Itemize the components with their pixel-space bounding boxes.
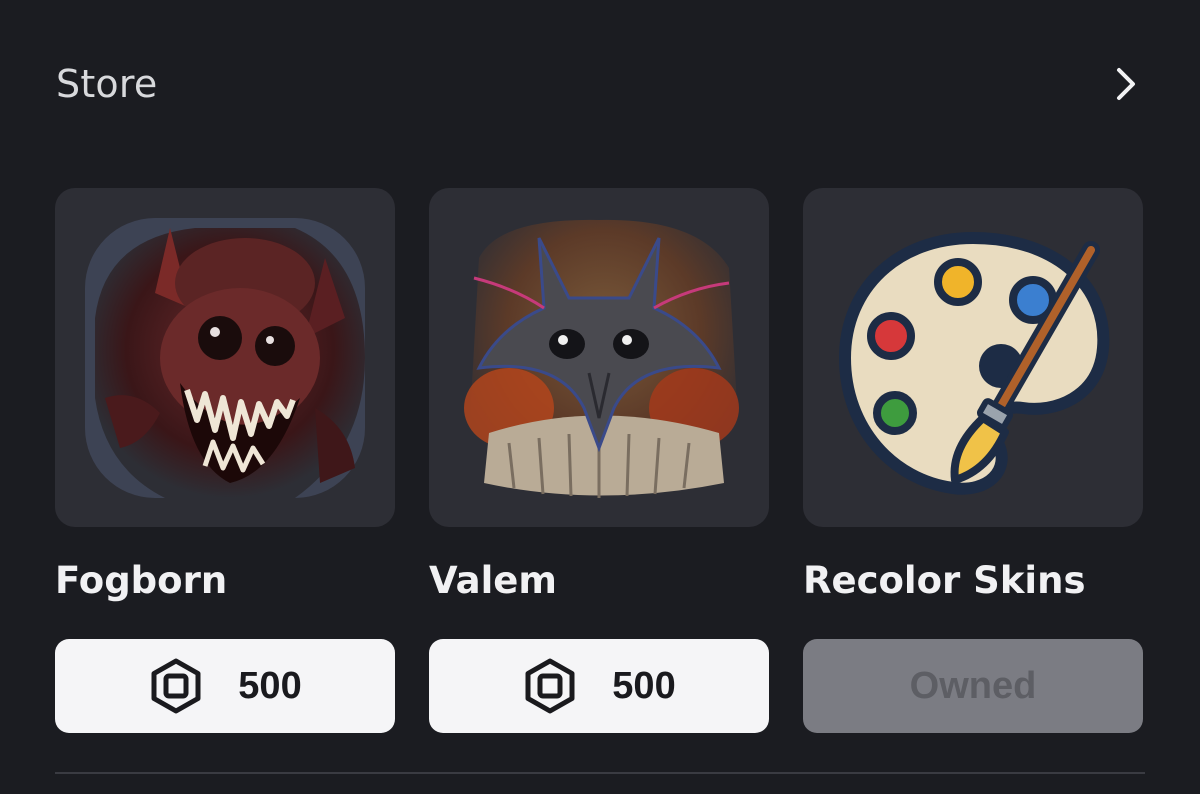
- see-all-button[interactable]: [1106, 64, 1146, 104]
- store-header: Store: [56, 56, 1146, 112]
- item-name: Fogborn: [55, 559, 228, 602]
- store-title: Store: [56, 62, 158, 106]
- store-item-recolor-skins: Recolor Skins Owned: [803, 188, 1143, 733]
- price-label: 500: [612, 664, 676, 707]
- section-divider: [55, 772, 1145, 774]
- store-items: Fogborn 500 Valem 500 Recolor Skins Owne…: [55, 188, 1143, 733]
- owned-label: Owned: [909, 664, 1037, 707]
- item-name: Recolor Skins: [803, 559, 1086, 602]
- buy-button[interactable]: 500: [55, 639, 395, 733]
- valem-thumbnail[interactable]: [429, 188, 769, 527]
- buy-button[interactable]: 500: [429, 639, 769, 733]
- store-section: Store Fogborn 500 Valem 500 Recolor Skin…: [0, 0, 1200, 794]
- fogborn-thumbnail[interactable]: [55, 188, 395, 527]
- recolor-skins-thumbnail[interactable]: [803, 188, 1143, 527]
- valem-creature-thumbnail: [464, 219, 739, 498]
- paint-palette-icon: [839, 231, 1110, 495]
- robux-icon: [151, 658, 201, 714]
- fogborn-monster-thumbnail: [85, 217, 365, 498]
- store-item-fogborn: Fogborn 500: [55, 188, 395, 733]
- chevron-right-icon: [1117, 68, 1135, 100]
- item-name: Valem: [429, 559, 557, 602]
- owned-button: Owned: [803, 639, 1143, 733]
- store-item-valem: Valem 500: [429, 188, 769, 733]
- robux-icon: [525, 658, 575, 714]
- price-label: 500: [238, 664, 302, 707]
